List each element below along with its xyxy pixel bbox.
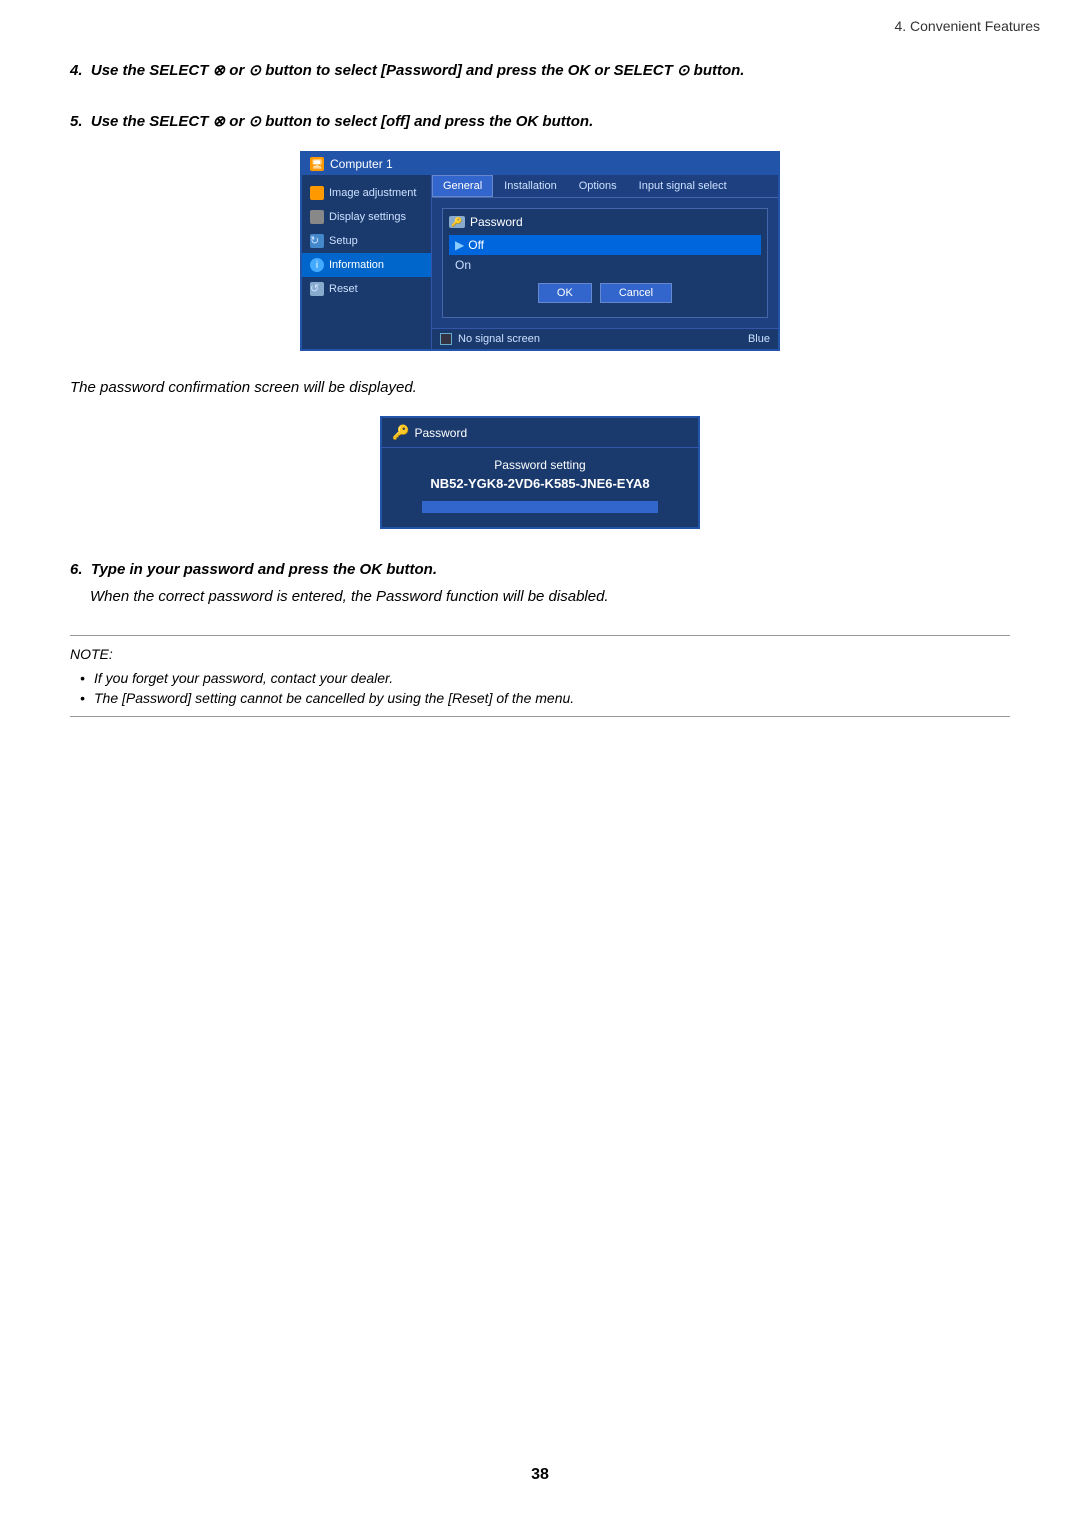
dialog-title-row: 🔑 Password bbox=[449, 215, 761, 229]
password-confirm-icon: 🔑 bbox=[392, 424, 409, 441]
note-bottom-border bbox=[70, 716, 1010, 717]
password-dialog-box: 🔑 Password ▶ Off On OK bbox=[442, 208, 768, 318]
tab-input-signal-select[interactable]: Input signal select bbox=[628, 175, 738, 197]
note-list: If you forget your password, contact you… bbox=[70, 670, 1010, 706]
step-5: 5. Use the SELECT ⊗ or ⊙ button to selec… bbox=[70, 111, 1010, 352]
password-setting-value: NB52-YGK8-2VD6-K585-JNE6-EYA8 bbox=[392, 476, 688, 491]
password-icon: 🔑 bbox=[449, 216, 465, 228]
page-number: 38 bbox=[531, 1466, 549, 1484]
step-4: 4. Use the SELECT ⊗ or ⊙ button to selec… bbox=[70, 60, 1010, 83]
no-signal-value: Blue bbox=[748, 333, 770, 345]
option-on-row[interactable]: On bbox=[449, 255, 761, 275]
no-signal-label: No signal screen bbox=[458, 333, 540, 345]
page-header: 4. Convenient Features bbox=[894, 18, 1040, 34]
sidebar-label-reset: Reset bbox=[329, 283, 358, 295]
dialog-buttons: OK Cancel bbox=[455, 283, 755, 303]
sidebar-label-display-settings: Display settings bbox=[329, 211, 406, 223]
ui-titlebar: 🖥 Computer 1 bbox=[302, 153, 778, 175]
password-confirm-title-text: Password bbox=[414, 426, 467, 440]
reset-icon: ↺ bbox=[310, 282, 324, 296]
password-confirm-dialog: 🔑 Password Password setting NB52-YGK8-2V… bbox=[380, 416, 700, 529]
step-6: 6. Type in your password and press the O… bbox=[70, 559, 1010, 605]
bottom-bar-left: No signal screen bbox=[440, 333, 540, 345]
password-setting-label: Password setting bbox=[392, 458, 688, 472]
step4-text: 4. Use the SELECT ⊗ or ⊙ button to selec… bbox=[70, 60, 1010, 83]
option-off-row[interactable]: ▶ Off bbox=[449, 235, 761, 255]
note-section: NOTE: If you forget your password, conta… bbox=[70, 635, 1010, 717]
display-settings-icon bbox=[310, 210, 324, 224]
image-adjustment-icon bbox=[310, 186, 324, 200]
ui-screenshot-1: 🖥 Computer 1 Image adjustment Display se… bbox=[300, 151, 780, 351]
cancel-button[interactable]: Cancel bbox=[600, 283, 672, 303]
ui-sidebar: Image adjustment Display settings ↻ Setu… bbox=[302, 175, 432, 349]
sidebar-label-information: Information bbox=[329, 259, 384, 271]
sidebar-label-image-adjustment: Image adjustment bbox=[329, 187, 416, 199]
dialog-title-text: Password bbox=[470, 215, 523, 229]
sidebar-item-information[interactable]: i Information bbox=[302, 253, 431, 277]
note-label: NOTE: bbox=[70, 646, 1010, 662]
ui-title-text: Computer 1 bbox=[330, 157, 393, 171]
step6-subtext: When the correct password is entered, th… bbox=[90, 588, 1010, 605]
information-icon: i bbox=[310, 258, 324, 272]
sidebar-label-setup: Setup bbox=[329, 235, 358, 247]
ui-tabs: General Installation Options Input signa… bbox=[432, 175, 778, 198]
tab-options[interactable]: Options bbox=[568, 175, 628, 197]
ui-main-area: General Installation Options Input signa… bbox=[432, 175, 778, 349]
sidebar-item-reset[interactable]: ↺ Reset bbox=[302, 277, 431, 301]
arrow-icon: ▶ bbox=[455, 238, 464, 252]
password-confirm-body: Password setting NB52-YGK8-2VD6-K585-JNE… bbox=[382, 448, 698, 527]
ui-dialog-area: 🔑 Password ▶ Off On OK bbox=[432, 198, 778, 328]
tab-installation[interactable]: Installation bbox=[493, 175, 568, 197]
password-confirm-title-row: 🔑 Password bbox=[382, 418, 698, 448]
tab-general[interactable]: General bbox=[432, 175, 493, 197]
ui-bottom-bar: No signal screen Blue bbox=[432, 328, 778, 349]
option-on-label: On bbox=[455, 258, 471, 272]
ok-button[interactable]: OK bbox=[538, 283, 592, 303]
sidebar-item-display-settings[interactable]: Display settings bbox=[302, 205, 431, 229]
note-item-2: The [Password] setting cannot be cancell… bbox=[80, 690, 1010, 706]
option-off-label: Off bbox=[468, 238, 484, 252]
confirm-text: The password confirmation screen will be… bbox=[70, 379, 1010, 396]
step6-text: 6. Type in your password and press the O… bbox=[70, 559, 1010, 582]
setup-icon: ↻ bbox=[310, 234, 324, 248]
step5-text: 5. Use the SELECT ⊗ or ⊙ button to selec… bbox=[70, 111, 1010, 134]
ui-body: Image adjustment Display settings ↻ Setu… bbox=[302, 175, 778, 349]
no-signal-checkbox bbox=[440, 333, 452, 345]
password-input-bar bbox=[422, 501, 659, 513]
note-item-1: If you forget your password, contact you… bbox=[80, 670, 1010, 686]
sidebar-item-image-adjustment[interactable]: Image adjustment bbox=[302, 181, 431, 205]
sidebar-item-setup[interactable]: ↻ Setup bbox=[302, 229, 431, 253]
computer-icon: 🖥 bbox=[310, 157, 324, 171]
